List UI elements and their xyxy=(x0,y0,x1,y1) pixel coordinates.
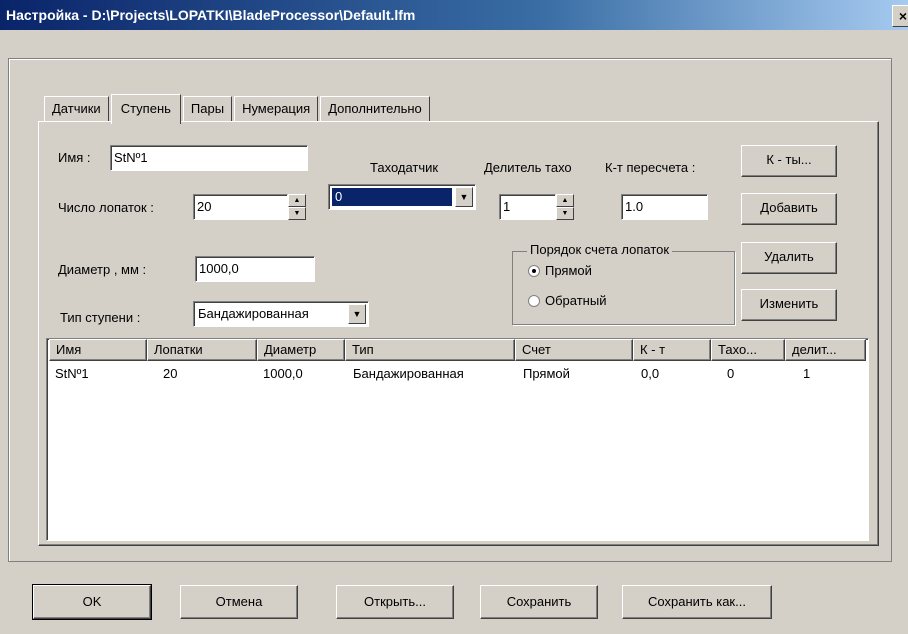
table-cell: Бандажированная xyxy=(353,366,464,381)
table-cell: 0 xyxy=(727,366,735,381)
radio-checked-icon[interactable] xyxy=(528,265,540,277)
column-header-label: Диаметр xyxy=(264,342,317,357)
spin-up-icon[interactable]: ▲ xyxy=(556,194,574,207)
table-cell: Прямой xyxy=(523,366,570,381)
stage-type-label: Тип ступени : xyxy=(60,310,141,325)
radio-direct-label: Прямой xyxy=(545,263,592,278)
divider-label: Делитель тахо xyxy=(484,160,572,175)
close-icon: × xyxy=(898,8,908,24)
count-order-group-title: Порядок счета лопаток xyxy=(527,242,673,257)
spin-down-icon[interactable]: ▼ xyxy=(288,207,306,220)
column-header[interactable]: Имя xyxy=(49,339,147,361)
save-button[interactable]: Сохранить xyxy=(480,585,598,619)
column-header[interactable]: делит... xyxy=(785,339,866,361)
table-cell: 0,0 xyxy=(641,366,660,381)
title-bar[interactable]: Настройка - D:\Projects\LOPATKI\BladePro… xyxy=(0,0,908,30)
column-header[interactable]: Лопатки xyxy=(147,339,257,361)
diameter-input[interactable]: 1000,0 xyxy=(195,256,315,282)
tab-pairs-label: Пары xyxy=(190,101,225,116)
table-cell: StNº1 xyxy=(55,366,89,381)
tab-additional-label: Дополнительно xyxy=(328,101,422,116)
column-header-label: Лопатки xyxy=(154,342,203,357)
tacho-select[interactable]: 0 ▼ xyxy=(328,184,476,210)
delete-button[interactable]: Удалить xyxy=(741,242,837,274)
name-input[interactable]: StNº1 xyxy=(110,145,308,171)
add-button[interactable]: Добавить xyxy=(741,193,837,225)
edit-button[interactable]: Изменить xyxy=(741,289,837,321)
close-button[interactable]: × xyxy=(892,5,908,27)
spin-up-icon[interactable]: ▲ xyxy=(288,194,306,207)
spin-down-icon[interactable]: ▼ xyxy=(556,207,574,220)
column-header-label: Тахо... xyxy=(718,342,758,357)
tab-strip: Датчики Ступень Пары Нумерация Дополните… xyxy=(44,92,432,124)
tab-sensors[interactable]: Датчики xyxy=(44,96,109,122)
blade-count-spinner[interactable]: ▲ ▼ xyxy=(288,194,306,220)
coef-label: К-т пересчета : xyxy=(605,160,696,175)
column-header-label: Имя xyxy=(56,342,82,357)
tab-stage[interactable]: Ступень xyxy=(110,94,181,124)
coef-input[interactable]: 1.0 xyxy=(621,194,708,220)
column-header-label: К - т xyxy=(640,342,666,357)
radio-unchecked-icon[interactable] xyxy=(528,295,540,307)
chevron-down-icon[interactable]: ▼ xyxy=(455,187,473,207)
chevron-down-icon[interactable]: ▼ xyxy=(348,304,366,324)
tab-pairs[interactable]: Пары xyxy=(182,96,233,122)
tab-stage-label: Ступень xyxy=(120,101,171,116)
diameter-label: Диаметр , мм : xyxy=(58,262,147,277)
column-header[interactable]: К - т xyxy=(633,339,711,361)
tab-additional[interactable]: Дополнительно xyxy=(320,96,430,122)
stage-type-select-value: Бандажированная xyxy=(198,306,309,321)
tacho-label: Таходатчик xyxy=(370,160,439,175)
column-header-label: Тип xyxy=(352,342,374,357)
divider-input[interactable]: 1 xyxy=(499,194,556,220)
coefs-button[interactable]: К - ты... xyxy=(741,145,837,177)
name-label: Имя : xyxy=(58,150,91,165)
tab-sensors-label: Датчики xyxy=(52,101,101,116)
ok-button[interactable]: OK xyxy=(32,584,152,620)
save-as-button[interactable]: Сохранить как... xyxy=(622,585,772,619)
table-cell: 1 xyxy=(803,366,811,381)
cancel-button[interactable]: Отмена xyxy=(180,585,298,619)
table-cell: 20 xyxy=(163,366,178,381)
tab-numbering[interactable]: Нумерация xyxy=(234,96,319,122)
column-header-label: делит... xyxy=(792,342,837,357)
table-row[interactable]: StNº1 20 1000,0 Бандажированная Прямой 0… xyxy=(49,363,866,385)
column-header[interactable]: Счет xyxy=(515,339,633,361)
column-header-label: Счет xyxy=(522,342,551,357)
tab-numbering-label: Нумерация xyxy=(242,101,311,116)
column-header[interactable]: Тип xyxy=(345,339,515,361)
column-header[interactable]: Диаметр xyxy=(257,339,345,361)
table-cell: 1000,0 xyxy=(263,366,303,381)
stages-table[interactable]: Имя Лопатки Диаметр Тип Счет К - т Тахо.… xyxy=(46,338,869,541)
radio-reverse-label: Обратный xyxy=(545,293,607,308)
tacho-select-value: 0 xyxy=(331,187,453,207)
blade-count-input[interactable]: 20 xyxy=(193,194,288,220)
blade-count-label: Число лопаток : xyxy=(58,200,154,215)
stage-type-select[interactable]: Бандажированная ▼ xyxy=(193,301,369,327)
column-header[interactable]: Тахо... xyxy=(711,339,785,361)
open-button[interactable]: Открыть... xyxy=(336,585,454,619)
divider-spinner[interactable]: ▲ ▼ xyxy=(556,194,574,220)
window-title: Настройка - D:\Projects\LOPATKI\BladePro… xyxy=(6,7,416,23)
